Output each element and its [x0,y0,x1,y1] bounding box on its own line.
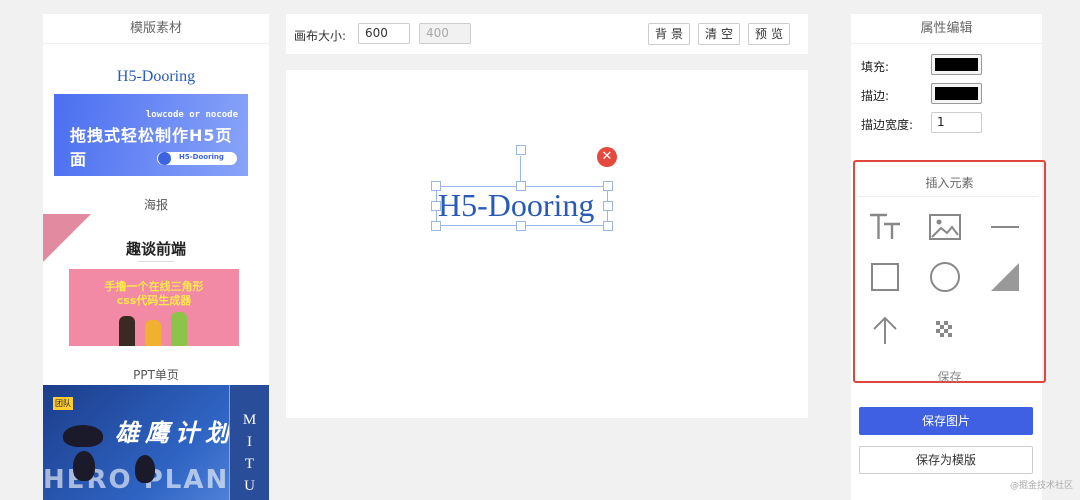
resize-handle-top[interactable] [516,181,526,191]
watermark: @掘金技术社区 [1010,481,1074,491]
canvas-height-input[interactable]: 400 [419,23,471,44]
banner3-side-strip: M I T U [229,385,269,500]
hand-illustration [119,316,135,346]
fill-color-swatch [935,58,978,71]
preview-button[interactable]: 预览 [748,23,790,45]
insert-divider [858,196,1038,197]
template-text-h5dooring[interactable]: H5-Dooring [43,68,269,86]
template-panel-header: 模版素材 [43,14,269,44]
side-letter: M [242,412,257,428]
canvas-width-input[interactable]: 600 [358,23,410,44]
resize-handle-top-right[interactable] [603,181,613,191]
template-panel: 模版素材 H5-Dooring lowcode or nocode 拖拽式轻松制… [43,14,269,500]
line-icon[interactable] [987,209,1023,245]
rotate-handle[interactable] [516,145,526,155]
resize-handle-right[interactable] [603,201,613,211]
banner3-headline: 雄鹰计划 [115,419,235,447]
side-letter: T [244,456,255,472]
canvas-size-label: 画布大小: [294,29,347,43]
fill-color-picker[interactable] [931,54,982,75]
canvas-text-element[interactable]: H5-Dooring [438,187,594,224]
save-label[interactable]: 保存 [855,368,1044,385]
resize-handle-bottom-right[interactable] [603,221,613,231]
fill-label: 填充: [861,60,890,74]
hand-illustration [171,312,187,346]
circle-icon[interactable] [927,259,963,295]
banner3-tag: 团队 [53,397,73,410]
search-icon [158,152,171,165]
template-banner-lowcode[interactable]: lowcode or nocode 拖拽式轻松制作H5页面 H5-Dooring [54,94,248,176]
insert-elements-title: 插入元素 [925,176,974,190]
side-letter: U [244,478,255,494]
properties-panel-header: 属性编辑 [851,14,1042,44]
eagle-illustration [73,451,95,481]
save-image-button[interactable]: 保存图片 [859,407,1033,435]
template-banner-hero-plan[interactable]: 团队 雄鹰计划 HERO PLAN M I T U [43,385,269,500]
background-button[interactable]: 背景 [648,23,690,45]
canvas-toolbar: 画布大小: 600 400 背景 清空 预览 [286,14,808,54]
arrow-up-icon[interactable] [867,312,903,348]
banner-subtitle: lowcode or nocode [145,110,238,120]
design-canvas[interactable] [286,70,808,418]
poster-divider [138,261,174,262]
template-banner-triangle-css[interactable]: 手撸一个在线三角形 css代码生成器 [69,269,239,346]
stroke-color-picker[interactable] [931,83,982,104]
template-text-quтан[interactable]: 趣谈前端 [43,238,269,259]
eagle-illustration [135,455,155,483]
resize-handle-bottom[interactable] [516,221,526,231]
stroke-width-label: 描边宽度: [861,118,914,132]
stroke-color-swatch [935,87,978,100]
banner2-line2: css代码生成器 [116,294,192,307]
save-template-button[interactable]: 保存为模版 [859,446,1033,474]
mosaic-icon[interactable] [927,312,963,348]
resize-handle-left[interactable] [431,201,441,211]
banner-pill-text: H5-Dooring [179,153,224,161]
side-letter: I [247,434,252,450]
image-icon[interactable] [927,209,963,245]
text-icon[interactable] [867,209,903,245]
stroke-width-input[interactable]: 1 [931,112,982,133]
delete-icon[interactable]: ✕ [597,147,617,167]
rect-icon[interactable] [867,259,903,295]
stroke-label: 描边: [861,89,890,103]
hand-illustration [145,320,161,346]
resize-handle-top-left[interactable] [431,181,441,191]
resize-handle-bottom-left[interactable] [431,221,441,231]
clear-button[interactable]: 清空 [698,23,740,45]
section-label-poster: 海报 [143,198,168,212]
eagle-illustration [63,425,103,447]
section-label-ppt: PPT单页 [133,368,179,382]
triangle-icon[interactable] [987,259,1023,295]
